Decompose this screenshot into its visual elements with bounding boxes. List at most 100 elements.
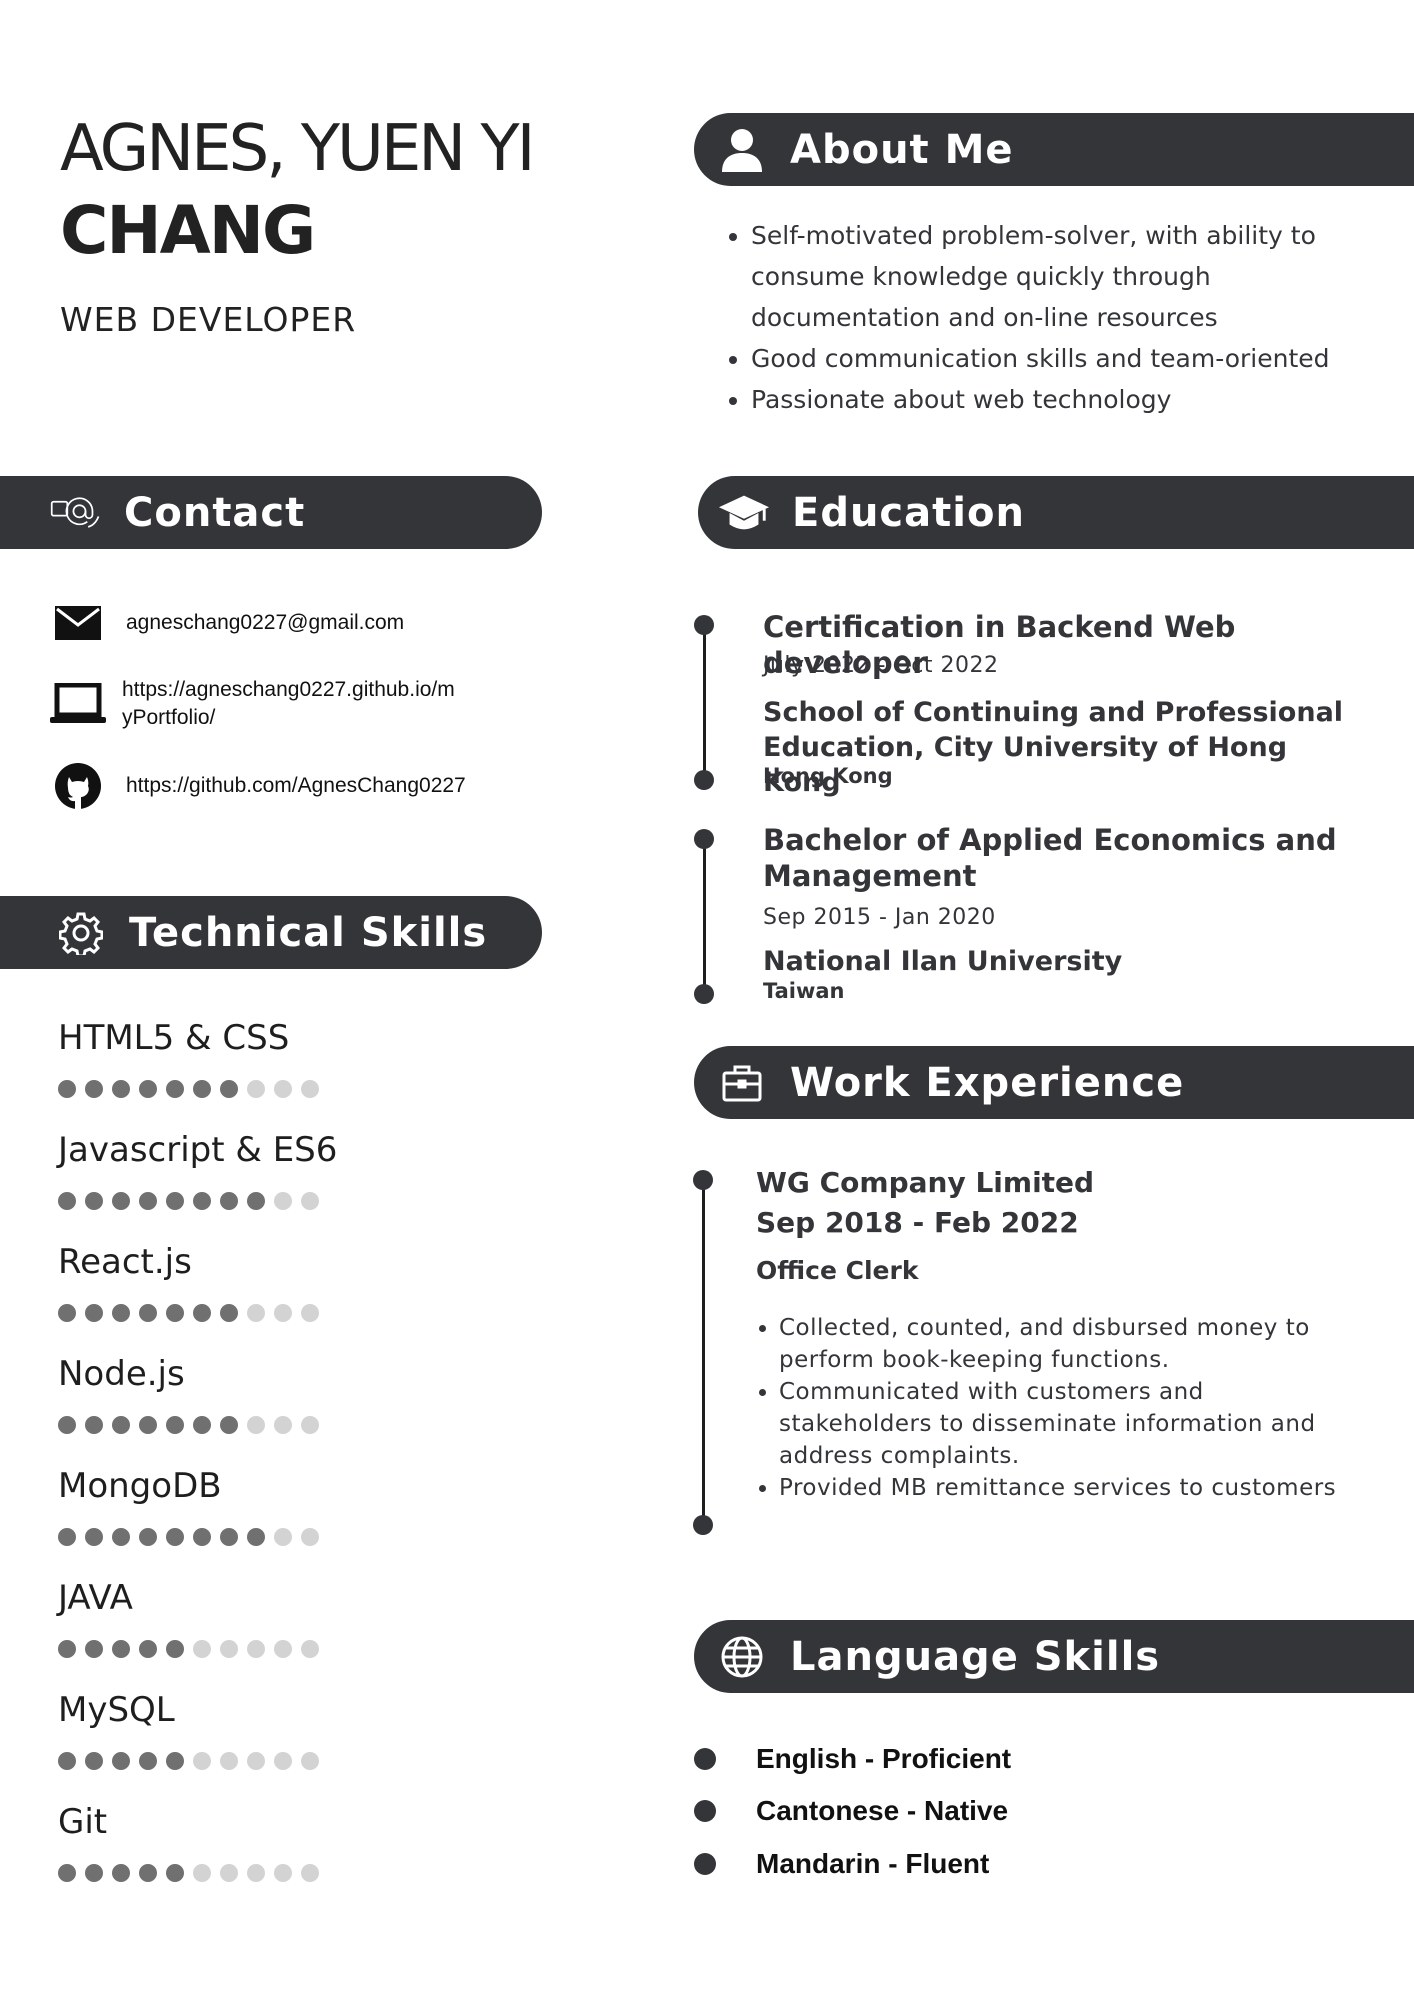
skill-name: Javascript & ES6 xyxy=(58,1130,338,1170)
skill-dot-filled xyxy=(58,1192,76,1210)
skill-name: MongoDB xyxy=(58,1466,222,1506)
skill-dot-empty xyxy=(301,1752,319,1770)
skill-rating xyxy=(58,1640,319,1658)
skill-dot-filled xyxy=(247,1192,265,1210)
skills-header-bar: Technical Skills xyxy=(0,896,542,969)
language-bullet xyxy=(694,1853,716,1875)
skill-dot-filled xyxy=(85,1640,103,1658)
about-title: About Me xyxy=(790,126,1014,173)
job-title: WEB DEVELOPER xyxy=(60,300,357,339)
work-role: Office Clerk xyxy=(756,1256,919,1285)
skill-rating xyxy=(58,1416,319,1434)
education-entry-location: Hong Kong xyxy=(763,764,893,788)
skill-dot-filled xyxy=(220,1080,238,1098)
timeline-dot xyxy=(693,1170,713,1190)
skill-dot-filled xyxy=(139,1416,157,1434)
work-header-bar: Work Experience xyxy=(694,1046,1414,1119)
skill-dot-empty xyxy=(274,1528,292,1546)
language-item: Mandarin - Fluent xyxy=(756,1848,990,1879)
skill-dot-empty xyxy=(274,1864,292,1882)
skill-dot-filled xyxy=(58,1864,76,1882)
education-entry-date: Sep 2015 - Jan 2020 xyxy=(763,905,996,930)
skill-dot-empty xyxy=(193,1752,211,1770)
skill-dot-filled xyxy=(58,1528,76,1546)
contact-email-row: agneschang0227@gmail.com xyxy=(50,606,404,640)
email-link[interactable]: agneschang0227@gmail.com xyxy=(126,609,404,637)
timeline-dot xyxy=(694,615,714,635)
skills-title: Technical Skills xyxy=(129,909,488,956)
skill-dot-empty xyxy=(247,1080,265,1098)
skill-dot-filled xyxy=(166,1192,184,1210)
contact-at-icon xyxy=(50,487,102,539)
skill-dot-empty xyxy=(301,1080,319,1098)
skill-dot-filled xyxy=(85,1528,103,1546)
skill-rating xyxy=(58,1864,319,1882)
skill-dot-empty xyxy=(247,1304,265,1322)
skill-dot-filled xyxy=(112,1192,130,1210)
skill-dot-filled xyxy=(166,1528,184,1546)
work-duties-list: Collected, counted, and disbursed money … xyxy=(751,1312,1351,1504)
skill-dot-filled xyxy=(112,1528,130,1546)
work-period: Sep 2018 - Feb 2022 xyxy=(756,1206,1079,1239)
work-title: Work Experience xyxy=(790,1059,1185,1106)
skill-dot-filled xyxy=(112,1752,130,1770)
skill-dot-filled xyxy=(193,1192,211,1210)
skill-dot-filled xyxy=(85,1416,103,1434)
skill-dot-filled xyxy=(139,1192,157,1210)
skill-dot-filled xyxy=(166,1752,184,1770)
graduation-cap-icon xyxy=(718,487,770,539)
skill-dot-filled xyxy=(58,1416,76,1434)
portfolio-link[interactable]: https://agneschang0227.github.io/m yPort… xyxy=(122,676,455,732)
briefcase-icon xyxy=(716,1057,768,1109)
skill-name: JAVA xyxy=(58,1578,133,1618)
skill-name: MySQL xyxy=(58,1690,175,1730)
language-header-bar: Language Skills xyxy=(694,1620,1414,1693)
globe-icon xyxy=(716,1631,768,1683)
skill-dot-filled xyxy=(139,1080,157,1098)
skill-dot-empty xyxy=(247,1864,265,1882)
timeline-dot xyxy=(694,984,714,1004)
skill-dot-empty xyxy=(301,1192,319,1210)
contact-title: Contact xyxy=(124,489,306,536)
skill-dot-filled xyxy=(139,1304,157,1322)
skill-dot-empty xyxy=(274,1640,292,1658)
skill-dot-filled xyxy=(112,1304,130,1322)
skill-rating xyxy=(58,1080,319,1098)
skill-dot-filled xyxy=(193,1080,211,1098)
skill-dot-empty xyxy=(274,1752,292,1770)
skill-dot-empty xyxy=(193,1640,211,1658)
skill-rating xyxy=(58,1752,319,1770)
skill-name: HTML5 & CSS xyxy=(58,1018,290,1058)
skill-dot-filled xyxy=(193,1304,211,1322)
education-entry-school: National Ilan University xyxy=(763,946,1123,977)
work-company: WG Company Limited xyxy=(756,1166,1095,1199)
skill-dot-filled xyxy=(139,1640,157,1658)
timeline-line xyxy=(702,1179,705,1524)
skill-dot-empty xyxy=(301,1640,319,1658)
education-entry-location: Taiwan xyxy=(763,979,845,1003)
skill-dot-empty xyxy=(301,1416,319,1434)
timeline-line xyxy=(703,838,706,993)
work-duty: Collected, counted, and disbursed money … xyxy=(779,1312,1351,1376)
skill-dot-empty xyxy=(301,1528,319,1546)
timeline-dot xyxy=(694,770,714,790)
timeline-dot xyxy=(694,829,714,849)
skill-dot-filled xyxy=(85,1192,103,1210)
skill-name: React.js xyxy=(58,1242,192,1282)
language-bullet xyxy=(694,1800,716,1822)
skill-dot-filled xyxy=(112,1416,130,1434)
language-bullet xyxy=(694,1748,716,1770)
language-item: Cantonese - Native xyxy=(756,1795,1009,1826)
education-title: Education xyxy=(792,489,1025,536)
skill-dot-filled xyxy=(85,1752,103,1770)
skill-dot-empty xyxy=(247,1640,265,1658)
github-link[interactable]: https://github.com/AgnesChang0227 xyxy=(126,772,466,800)
work-duty: Provided MB remittance services to custo… xyxy=(779,1472,1351,1504)
skill-dot-empty xyxy=(274,1080,292,1098)
skill-dot-filled xyxy=(58,1640,76,1658)
skill-dot-empty xyxy=(220,1752,238,1770)
skill-dot-filled xyxy=(112,1080,130,1098)
timeline-dot xyxy=(693,1515,713,1535)
skill-dot-empty xyxy=(274,1192,292,1210)
skill-dot-filled xyxy=(247,1528,265,1546)
